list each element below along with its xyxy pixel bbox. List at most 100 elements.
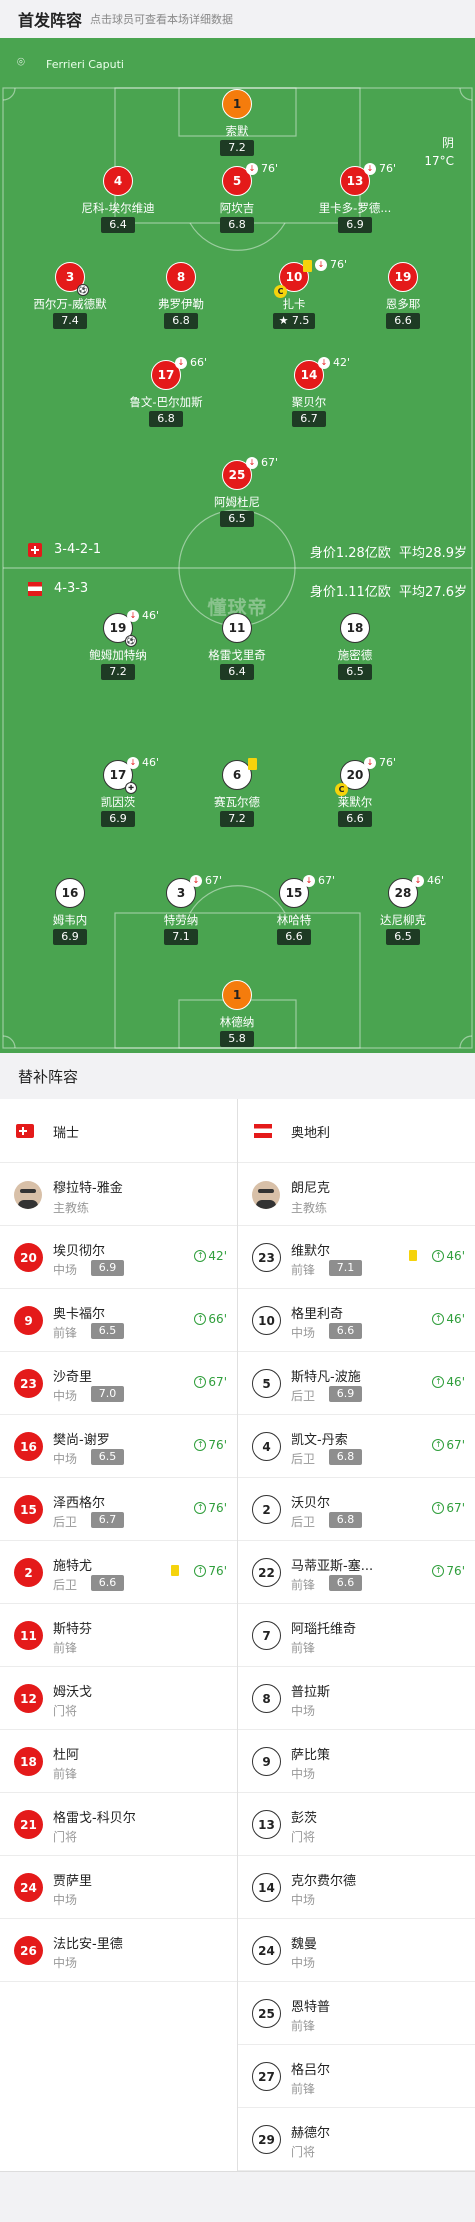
player-name: 里卡多-罗德... xyxy=(318,201,392,215)
player-number: 9 xyxy=(14,1306,43,1335)
sub-player-row[interactable]: 12 姆沃戈 门将 xyxy=(0,1667,237,1730)
sub-in-badge: ↑ 42' xyxy=(194,1249,227,1263)
player-rating: 6.8 xyxy=(329,1512,362,1528)
home-avg-age: 平均28.9岁 xyxy=(399,546,467,561)
player-rating: 6.8 xyxy=(164,313,198,329)
player-name: 萨比策 xyxy=(291,1748,331,1763)
stadium-icon: ⌾ xyxy=(17,55,25,70)
player-number: 21 xyxy=(14,1810,43,1839)
home-team-name: 瑞士 xyxy=(53,1126,80,1141)
sub-player-row[interactable]: 2 施特尤 后卫 6.6 ↑ 76' xyxy=(0,1541,237,1604)
sub-player-row[interactable]: 9 奥卡福尔 前锋 6.5 ↑ 66' xyxy=(0,1289,237,1352)
sub-player-row[interactable]: 25 恩特普 前锋 xyxy=(238,1982,475,2045)
player-position: 中场 xyxy=(291,1767,316,1781)
sub-player-row[interactable]: 23 维默尔 前锋 7.1 ↑ 46' xyxy=(238,1226,475,1289)
player-number: 14 xyxy=(252,1873,281,1902)
player-number: 13 xyxy=(252,1810,281,1839)
sub-in-time: 46' xyxy=(446,1375,465,1389)
austria-flag-icon xyxy=(254,1124,272,1138)
home-coach-row[interactable]: 穆拉特-雅金 主教练 xyxy=(0,1163,237,1226)
sub-out-icon: ↓ xyxy=(190,874,202,887)
sub-in-icon: ↑ xyxy=(194,1313,207,1325)
sub-out-icon: ↓ xyxy=(364,756,376,769)
sub-in-icon: ↑ xyxy=(194,1250,207,1262)
home-formation: 3-4-2-1 xyxy=(28,542,101,557)
player-name: 鲁文-巴尔加斯 xyxy=(129,395,203,409)
coach-role: 主教练 xyxy=(53,1201,90,1215)
player-rating: 6.4 xyxy=(220,664,254,680)
player-rating: 6.6 xyxy=(91,1575,124,1591)
sub-time: 76' xyxy=(330,258,348,271)
player-position: 中场 xyxy=(291,1893,316,1907)
player-rating: 7.4 xyxy=(53,313,87,329)
away-coach-row[interactable]: 朗尼克 主教练 xyxy=(238,1163,475,1226)
sub-in-badge: ↑ 76' xyxy=(194,1564,227,1578)
sub-player-row[interactable]: 16 樊尚-谢罗 中场 6.5 ↑ 76' xyxy=(0,1415,237,1478)
player-name: 马蒂亚斯-塞... xyxy=(291,1559,374,1574)
player-name: 达尼柳克 xyxy=(380,913,426,927)
player-rating: 6.6 xyxy=(329,1323,362,1339)
player-number: 1 xyxy=(222,89,252,119)
player-rating: 6.6 xyxy=(277,929,311,945)
player-position: 中场 xyxy=(291,1326,316,1340)
sub-player-row[interactable]: 22 马蒂亚斯-塞... 前锋 6.6 ↑ 76' xyxy=(238,1541,475,1604)
sub-player-row[interactable]: 24 魏曼 中场 xyxy=(238,1919,475,1982)
sub-player-row[interactable]: 20 埃贝彻尔 中场 6.9 ↑ 42' xyxy=(0,1226,237,1289)
sub-in-badge: ↑ 66' xyxy=(194,1312,227,1326)
sub-in-badge: ↑ 46' xyxy=(432,1312,465,1326)
player-name: 施密德 xyxy=(337,648,373,662)
player-position: 后卫 xyxy=(291,1452,316,1466)
player-position: 后卫 xyxy=(53,1578,78,1592)
sub-player-row[interactable]: 26 法比安-里德 中场 xyxy=(0,1919,237,1982)
player-position: 中场 xyxy=(53,1893,78,1907)
player-name: 沃贝尔 xyxy=(291,1496,331,1511)
sub-in-time: 76' xyxy=(208,1501,227,1515)
sub-player-row[interactable]: 24 贾萨里 中场 xyxy=(0,1856,237,1919)
sub-player-row[interactable]: 5 斯特凡-波施 后卫 6.9 ↑ 46' xyxy=(238,1352,475,1415)
sub-player-row[interactable]: 29 赫德尔 门将 xyxy=(238,2108,475,2171)
sub-player-row[interactable]: 8 普拉斯 中场 xyxy=(238,1667,475,1730)
sub-player-row[interactable]: 7 阿瑙托维奇 前锋 xyxy=(238,1604,475,1667)
sub-player-row[interactable]: 21 格雷戈-科贝尔 门将 xyxy=(0,1793,237,1856)
player-name: 格里利奇 xyxy=(291,1307,344,1322)
player-name: 格吕尔 xyxy=(291,2063,331,2078)
sub-player-row[interactable]: 23 沙奇里 中场 7.0 ↑ 67' xyxy=(0,1352,237,1415)
sub-player-row[interactable]: 27 格吕尔 前锋 xyxy=(238,2045,475,2108)
player-rating: 5.8 xyxy=(220,1031,254,1047)
sub-time: 66' xyxy=(190,356,208,369)
player-number: 1 xyxy=(222,980,252,1010)
player-name: 林德纳 xyxy=(219,1015,255,1029)
player-position: 前锋 xyxy=(53,1641,78,1655)
player-position: 前锋 xyxy=(291,2019,316,2033)
away-team-row: 奥地利 xyxy=(238,1099,475,1163)
home-market-value: 身价1.28亿欧 xyxy=(309,546,391,561)
sub-player-row[interactable]: 9 萨比策 中场 xyxy=(238,1730,475,1793)
sub-player-row[interactable]: 15 泽西格尔 后卫 6.7 ↑ 76' xyxy=(0,1478,237,1541)
sub-player-row[interactable]: 4 凯文-丹索 后卫 6.8 ↑ 67' xyxy=(238,1415,475,1478)
weather-temperature: 17°C xyxy=(424,154,454,168)
sub-in-badge: ↑ 46' xyxy=(432,1375,465,1389)
away-subs-column: 奥地利 朗尼克 主教练 23 维默尔 前锋 7.1 ↑ 46' 10 格里利奇 中场 6.6 ↑ 46… xyxy=(237,1099,475,2171)
sub-player-row[interactable]: 13 彭茨 门将 xyxy=(238,1793,475,1856)
sub-player-row[interactable]: 14 克尔费尔德 中场 xyxy=(238,1856,475,1919)
sub-player-row[interactable]: 2 沃贝尔 后卫 6.8 ↑ 67' xyxy=(238,1478,475,1541)
injury-icon: ✚ xyxy=(125,782,137,794)
player-name: 法比安-里德 xyxy=(53,1937,123,1952)
player-position: 中场 xyxy=(291,1704,316,1718)
player-name: 阿姆杜尼 xyxy=(214,495,260,509)
player-number: 8 xyxy=(252,1684,281,1713)
sub-in-badge: ↑ 76' xyxy=(432,1564,465,1578)
player-rating: 7.5 xyxy=(291,314,310,327)
sub-in-badge: ↑ 76' xyxy=(194,1438,227,1452)
sub-player-row[interactable]: 18 杜阿 前锋 xyxy=(0,1730,237,1793)
player-position: 中场 xyxy=(53,1956,78,1970)
coach-name: 穆拉特-雅金 xyxy=(53,1181,123,1196)
sub-player-row[interactable]: 10 格里利奇 中场 6.6 ↑ 46' xyxy=(238,1289,475,1352)
sub-time: 67' xyxy=(318,874,336,887)
player-name: 彭茨 xyxy=(291,1811,318,1826)
sub-player-row[interactable]: 11 斯特芬 前锋 xyxy=(0,1604,237,1667)
player-name: 凯文-丹索 xyxy=(291,1433,348,1448)
player-rating: 6.5 xyxy=(91,1323,124,1339)
sub-time: 76' xyxy=(261,162,279,175)
player-rating-star: ★ 7.5 xyxy=(273,313,315,329)
